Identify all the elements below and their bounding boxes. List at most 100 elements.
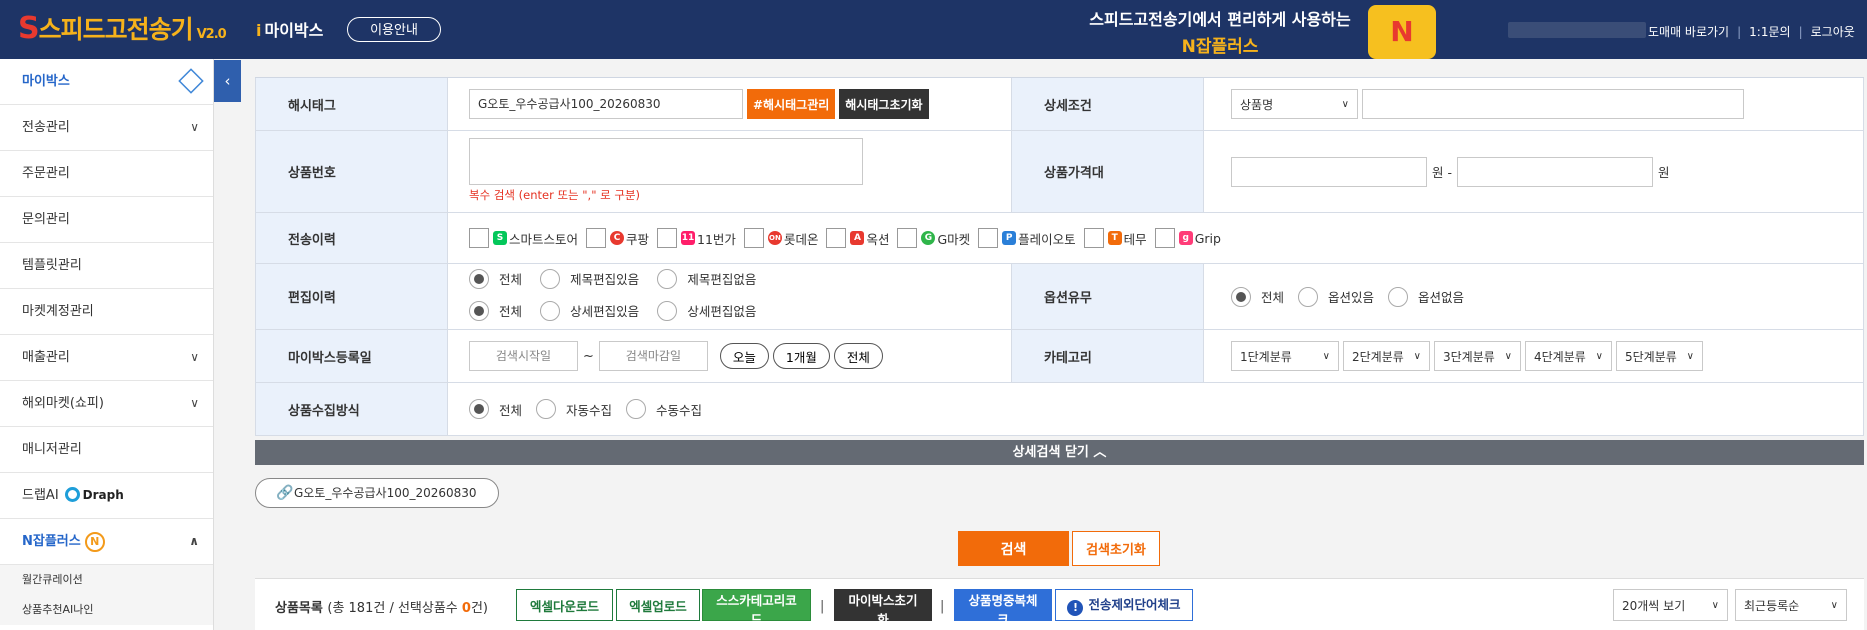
smartstore-icon: S [493,231,507,245]
temu-icon: T [1107,231,1122,245]
chevron-down-icon: ∨ [1413,350,1421,362]
lotteon-icon: ON [767,231,782,245]
grip-icon: g [1178,231,1193,245]
market-playauto[interactable]: P 플레이오토 [978,228,1076,248]
sidebar-item-overseas[interactable]: 해외마켓(쇼피) ∨ [0,381,213,427]
11st-icon: 11 [681,231,696,245]
market-grip[interactable]: g Grip [1154,228,1221,248]
category-select-4[interactable]: 4단계분류 ∨ [1525,341,1612,371]
market-gmarket[interactable]: G G마켓 [897,228,970,248]
form-row: 편집이력 전체 제목편집있음 제목편집없음 전체 상세편집있음 상세편집없음 옵… [255,264,1864,330]
radio-button[interactable] [469,300,489,321]
info-i-icon: i [256,21,262,40]
sidebar-item-template[interactable]: 템플릿관리 [0,243,213,289]
name-dup-check-button[interactable]: 상품명중복체크 [954,589,1052,627]
product-no-input[interactable] [469,138,863,185]
checkbox[interactable] [1083,228,1104,248]
checkbox[interactable] [1154,228,1175,248]
sidebar-item-inquiry[interactable]: 문의관리 [0,197,213,243]
radio-button[interactable] [540,300,561,321]
radio-button[interactable] [626,399,647,419]
option-label: 옵션유무 [1011,264,1204,329]
checkbox[interactable] [826,228,847,248]
sidebar-subitem-curation[interactable]: 월간큐레이션 [0,565,213,595]
detail-cond-input[interactable] [1362,89,1744,119]
excel-download-button[interactable]: 엑셀다운로드 [516,589,613,621]
inquiry-link[interactable]: 1:1문의 [1749,25,1790,39]
checkbox[interactable] [897,228,918,248]
sidebar-item-market-account[interactable]: 마켓계정관리 [0,289,213,335]
market-lotteon[interactable]: ON 롯데온 [743,228,818,248]
ss-category-code-button[interactable]: 스스카테고리코드 [702,589,811,627]
search-reset-button[interactable]: 검색초기화 [1072,531,1160,566]
sidebar-collapse-button[interactable]: ‹ [214,60,241,102]
category-select-5[interactable]: 5단계분류 ∨ [1616,341,1703,371]
radio-button[interactable] [1231,286,1251,307]
product-no-hint: 복수 검색 (enter 또는 "," 로 구분) [469,188,641,202]
radio-button[interactable] [540,268,561,289]
mybox-reset-button[interactable]: 마이박스초기화 [834,589,932,627]
radio-button[interactable] [469,399,489,419]
promo-banner[interactable]: 스피드고전송기에서 편리하게 사용하는 N잡플러스 [1080,6,1360,57]
app-logo[interactable]: S스피드고전송기 V2.0 [18,10,227,46]
edit-detail-radios: 전체 상세편집있음 상세편집없음 [469,300,770,325]
market-11st[interactable]: 11 11번가 [657,228,736,248]
sidebar-item-send[interactable]: 전송관리 ∨ [0,105,213,151]
sidebar-item-orders[interactable]: 주문관리 [0,151,213,197]
detail-cond-select[interactable]: 상품명 ∨ [1231,89,1358,119]
checkbox[interactable] [469,228,489,248]
market-smartstore[interactable]: S 스마트스토어 [469,228,578,248]
exclude-word-check-button[interactable]: ! 전송제외단어체크 [1055,589,1193,621]
sidebar-item-manager[interactable]: 매니저관리 [0,427,213,473]
start-date-input[interactable]: 검색시작일 [469,341,578,371]
chevron-left-icon: ‹ [224,72,231,90]
end-date-input[interactable]: 검색마감일 [598,341,708,371]
detail-cond-label: 상세조건 [1011,78,1204,130]
hashtag-reset-button[interactable]: 해시태그초기화 [839,89,929,119]
sidebar-item-nzap[interactable]: N잡플러스 N ∧ [0,519,213,565]
hashtag-chip[interactable]: 🔗 G오토_우수공급사100_20260830 [255,478,499,508]
category-label: 카테고리 [1011,330,1204,382]
category-select-2[interactable]: 2단계분류 ∨ [1343,341,1430,371]
chevron-down-icon: ∨ [190,396,199,410]
today-button[interactable]: 오늘 [719,343,769,369]
market-temu[interactable]: T 테무 [1083,228,1147,248]
category-select-1[interactable]: 1단계분류 ∨ [1231,341,1339,371]
radio-button[interactable] [1298,286,1319,307]
guide-button[interactable]: 이용안내 [347,17,441,42]
checkbox[interactable] [978,228,999,248]
hashtag-input[interactable]: G오토_우수공급사100_20260830 [469,89,743,119]
price-max-input[interactable] [1456,156,1653,187]
market-coupang[interactable]: C 쿠팡 [586,228,649,248]
one-month-button[interactable]: 1개월 [772,343,830,369]
all-dates-button[interactable]: 전체 [833,343,883,369]
chevron-down-icon: ∨ [1504,350,1512,362]
user-name-redacted [1508,22,1646,38]
price-min-input[interactable] [1231,156,1427,187]
search-button[interactable]: 검색 [958,531,1069,566]
section-title: i 마이박스 [256,21,324,40]
excel-upload-button[interactable]: 엑셀업로드 [616,589,700,621]
radio-button[interactable] [536,399,557,419]
category-select-3[interactable]: 3단계분류 ∨ [1434,341,1521,371]
domemae-link[interactable]: 도매매 바로가기 [1648,25,1729,39]
sidebar-item-sales[interactable]: 매출관리 ∨ [0,335,213,381]
market-auction[interactable]: A 옥션 [826,228,889,248]
nzap-logo-icon[interactable]: N [1368,5,1436,59]
logout-link[interactable]: 로그아웃 [1811,25,1855,39]
radio-button[interactable] [469,268,489,289]
list-title: 상품목록 (총 181건 / 선택상품수 0건) [275,601,488,616]
sidebar-item-mybox[interactable]: 마이박스 [0,59,213,105]
hashtag-manage-button[interactable]: #해시태그관리 [747,89,836,119]
checkbox[interactable] [586,228,607,248]
radio-button[interactable] [657,268,678,289]
sort-select[interactable]: 최근등록순 ∨ [1735,589,1847,621]
checkbox[interactable] [657,228,678,248]
radio-button[interactable] [657,300,678,321]
close-detail-search-bar[interactable]: 상세검색 닫기 ︿ [255,440,1864,465]
sidebar-item-draph[interactable]: 드랩AI Draph [0,473,213,519]
checkbox[interactable] [743,228,764,248]
radio-button[interactable] [1388,286,1409,307]
per-page-select[interactable]: 20개씩 보기 ∨ [1613,589,1728,621]
sidebar-subitem-ai-nine[interactable]: 상품추천AI나인 [0,595,213,625]
